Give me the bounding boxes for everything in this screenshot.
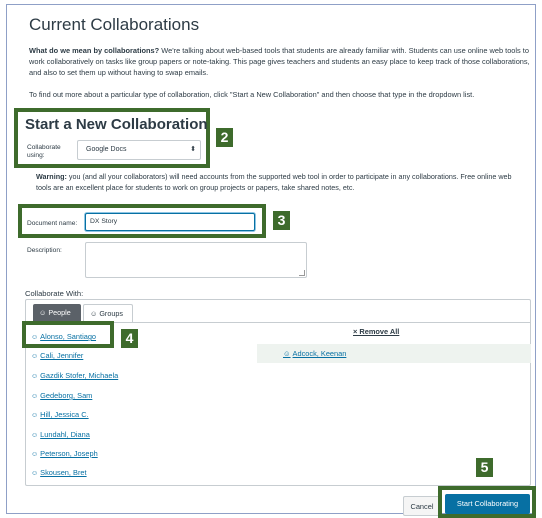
- page-title: Current Collaborations: [29, 15, 200, 34]
- resize-grip-icon[interactable]: [299, 270, 305, 276]
- person-icon: ☺: [39, 308, 47, 317]
- callout-box-4: [22, 321, 114, 348]
- person-name: Skousen, Bret: [40, 468, 87, 477]
- document-name-input[interactable]: DX Story: [85, 213, 255, 231]
- remove-all-button[interactable]: × Remove All: [353, 327, 399, 336]
- collaboration-type-select[interactable]: Google Docs ⬍: [77, 140, 201, 160]
- callout-number-5: 5: [476, 458, 493, 477]
- cancel-button[interactable]: Cancel: [403, 496, 441, 516]
- description-label: Description:: [27, 247, 62, 254]
- collaborate-with-label: Collaborate With:: [25, 289, 84, 298]
- intro-bold: What do we mean by collaborations?: [29, 46, 160, 55]
- warning-bold: Warning:: [36, 172, 67, 181]
- person-icon: ☺: [283, 349, 291, 358]
- collaboration-type-value: Google Docs: [86, 146, 127, 153]
- tab-people[interactable]: ☺ People: [33, 304, 81, 322]
- tab-groups[interactable]: ☺ Groups: [83, 304, 133, 322]
- selected-person-name: Adcock, Keenan: [292, 349, 347, 358]
- person-icon: ☺: [31, 451, 39, 458]
- person-item[interactable]: ☺ Hill, Jessica C.: [26, 405, 276, 424]
- person-item[interactable]: ☺ Skousen, Bret: [26, 463, 276, 482]
- tab-people-label: People: [48, 308, 71, 317]
- callout-number-2: 2: [216, 128, 233, 147]
- warning-text: Warning: you (and all your collaborators…: [36, 171, 526, 193]
- person-item[interactable]: ☺ Gazdik Stofer, Michaela: [26, 366, 276, 385]
- callout-box-5: [438, 486, 536, 518]
- person-name: Gazdik Stofer, Michaela: [40, 371, 119, 380]
- person-name: Peterson, Joseph: [40, 449, 98, 458]
- person-icon: ☺: [31, 432, 39, 439]
- section-title: Start a New Collaboration: [25, 116, 208, 133]
- person-icon: ☺: [31, 470, 39, 477]
- person-icon: ☺: [31, 393, 39, 400]
- person-icon: ☺: [31, 353, 39, 360]
- person-name: Cali, Jennifer: [40, 351, 84, 360]
- intro-paragraph: What do we mean by collaborations? We're…: [29, 45, 535, 78]
- person-icon: ☺: [31, 412, 39, 419]
- person-icon: ☺: [31, 373, 39, 380]
- person-name: Lundahl, Diana: [40, 430, 90, 439]
- person-item[interactable]: ☺ Cali, Jennifer: [26, 346, 276, 365]
- person-name: Gedeborg, Sam: [40, 391, 93, 400]
- document-name-label: Document name:: [27, 220, 78, 227]
- warning-body: you (and all your collaborators) will ne…: [36, 172, 512, 192]
- person-item[interactable]: ☺ Lundahl, Diana: [26, 425, 276, 444]
- callout-number-4: 4: [121, 329, 138, 348]
- chevron-down-icon: ⬍: [190, 146, 196, 153]
- description-textarea[interactable]: [85, 242, 307, 278]
- callout-number-3: 3: [273, 211, 290, 230]
- person-item[interactable]: ☺ Peterson, Joseph: [26, 444, 276, 463]
- collaborate-using-label: Collaborate using:: [27, 144, 61, 159]
- selected-person-item[interactable]: ☺ Adcock, Keenan: [257, 344, 531, 363]
- tab-groups-label: Groups: [99, 309, 123, 318]
- intro-paragraph-2: To find out more about a particular type…: [29, 90, 475, 99]
- person-item[interactable]: ☺ Gedeborg, Sam: [26, 386, 276, 405]
- person-name: Hill, Jessica C.: [40, 410, 89, 419]
